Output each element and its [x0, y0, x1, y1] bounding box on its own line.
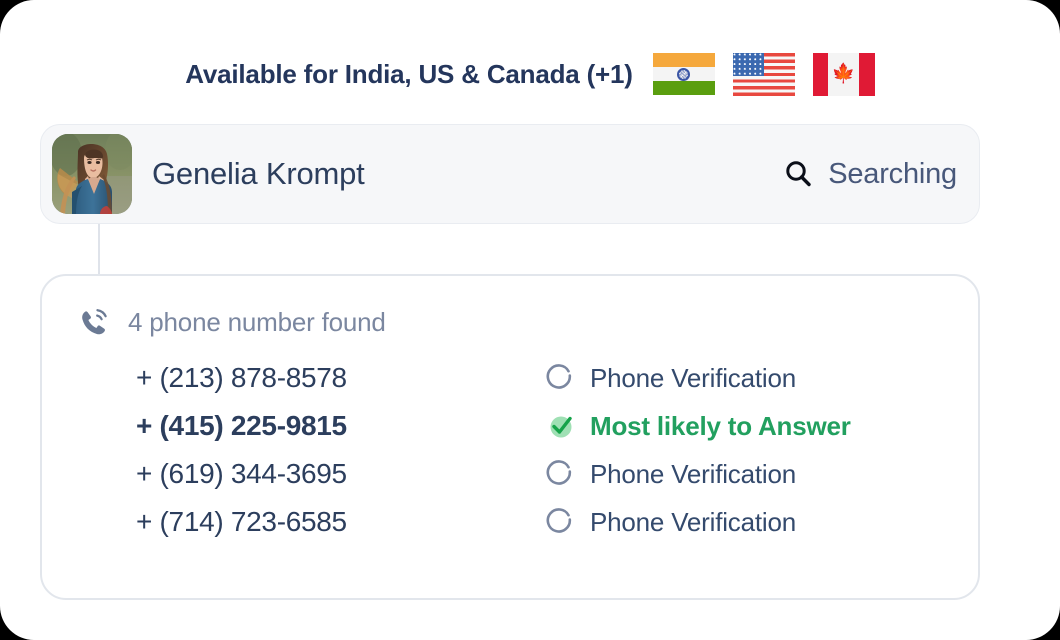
phone-number[interactable]: + (213) 878-8578: [76, 362, 546, 394]
status-label: Most likely to Answer: [590, 410, 851, 441]
app-panel: Available for India, US & Canada (+1) 🍁: [0, 0, 1060, 640]
row-status: Phone Verification: [546, 459, 796, 490]
table-row[interactable]: + (415) 225-9815 Most likely to Answer: [76, 402, 944, 450]
status-label: Phone Verification: [590, 458, 796, 489]
table-row[interactable]: + (619) 344-3695 Phone Verification: [76, 450, 944, 498]
header: Available for India, US & Canada (+1) 🍁: [0, 48, 1060, 100]
card-connector-line: [98, 224, 100, 276]
flag-list: 🍁: [652, 52, 875, 96]
spinner-icon: [546, 507, 576, 537]
spinner-icon: [546, 363, 576, 393]
profile-status: Searching: [782, 158, 957, 191]
row-status: Phone Verification: [546, 507, 796, 538]
page-title: Available for India, US & Canada (+1): [185, 58, 633, 89]
canada-flag-icon: 🍁: [812, 52, 875, 96]
profile-card[interactable]: Genelia Krompt Searching: [40, 124, 980, 224]
check-circle-icon: [546, 411, 576, 441]
profile-name: Genelia Krompt: [152, 156, 365, 191]
phone-found-label: 4 phone number found: [128, 306, 386, 337]
avatar: [52, 134, 132, 214]
row-status: Phone Verification: [546, 363, 796, 394]
row-status: Most likely to Answer: [546, 411, 851, 442]
table-row[interactable]: + (213) 878-8578 Phone Verification: [76, 354, 944, 402]
phone-number[interactable]: + (619) 344-3695: [76, 458, 546, 490]
phone-ring-icon: [76, 304, 112, 340]
spinner-icon: [546, 459, 576, 489]
results-header: 4 phone number found: [76, 304, 944, 340]
phone-results-card: 4 phone number found + (213) 878-8578 Ph…: [40, 274, 980, 600]
status-label: Phone Verification: [590, 362, 796, 393]
search-icon: [782, 158, 814, 190]
phone-rows: + (213) 878-8578 Phone Verification + (4…: [76, 354, 944, 546]
table-row[interactable]: + (714) 723-6585 Phone Verification: [76, 498, 944, 546]
phone-number[interactable]: + (714) 723-6585: [76, 506, 546, 538]
india-flag-icon: [652, 52, 715, 96]
phone-number[interactable]: + (415) 225-9815: [76, 410, 546, 442]
status-label: Phone Verification: [590, 506, 796, 537]
us-flag-icon: [732, 52, 795, 96]
searching-label: Searching: [828, 157, 957, 190]
